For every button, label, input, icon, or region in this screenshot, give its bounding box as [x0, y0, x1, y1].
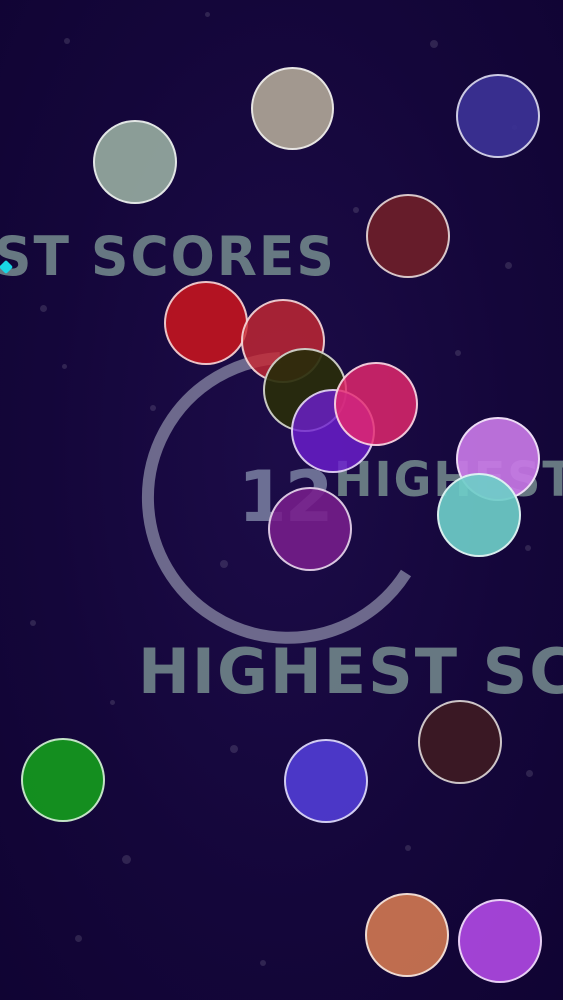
- bubble-maroon[interactable]: [366, 194, 450, 278]
- bubble-orange[interactable]: [365, 893, 449, 977]
- bubble-indigo[interactable]: [456, 74, 540, 158]
- bubble-pink[interactable]: [334, 362, 418, 446]
- bubble-magenta[interactable]: [458, 899, 542, 983]
- highest-score-label-bottom: HIGHEST SCOR: [138, 635, 563, 708]
- bubble-sage[interactable]: [93, 120, 177, 204]
- game-canvas[interactable]: ST SCORES 12 HIGHEST HIGHEST SCOR: [0, 0, 563, 1000]
- bubble-blue[interactable]: [284, 739, 368, 823]
- bubble-teal[interactable]: [437, 473, 521, 557]
- bubble-dark-brown[interactable]: [418, 700, 502, 784]
- bubble-red[interactable]: [164, 281, 248, 365]
- bubble-green[interactable]: [21, 738, 105, 822]
- bubble-purple[interactable]: [268, 487, 352, 571]
- bubble-beige[interactable]: [251, 67, 334, 150]
